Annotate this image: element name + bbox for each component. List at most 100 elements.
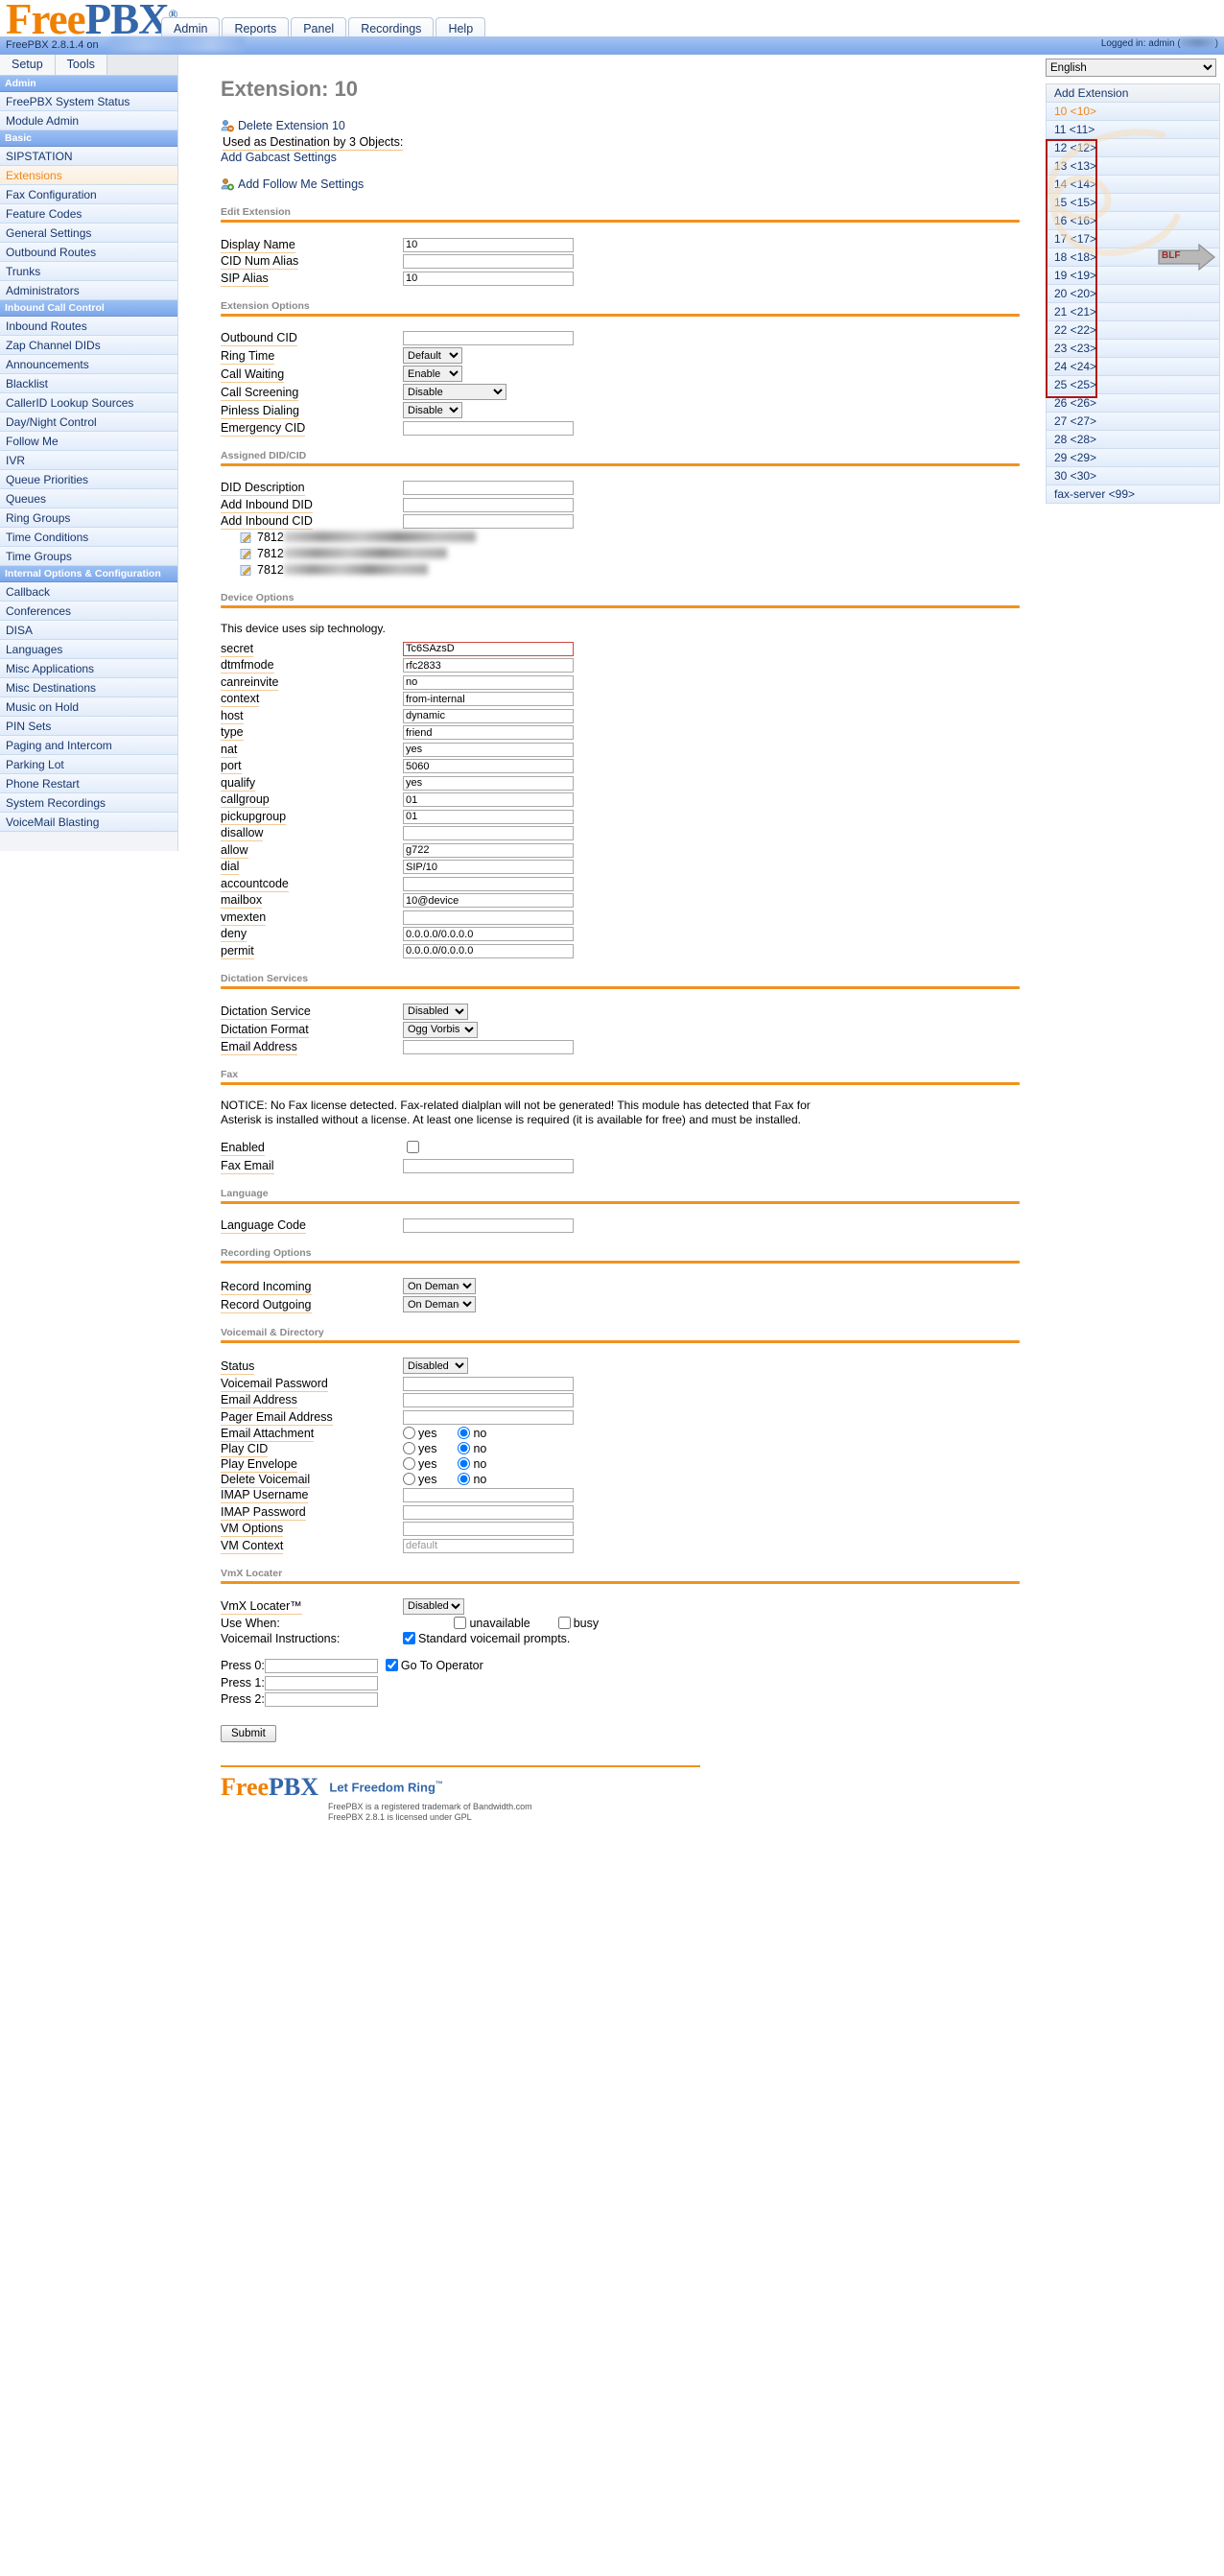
extension-list-item[interactable]: 25 <25>	[1046, 375, 1220, 393]
sidebar-item-misc-destinations[interactable]: Misc Destinations	[0, 678, 177, 697]
extension-list-item[interactable]: 26 <26>	[1046, 393, 1220, 412]
vmx-unavailable-checkbox[interactable]	[454, 1616, 467, 1629]
vmexten-input[interactable]	[403, 910, 574, 925]
disallow-input[interactable]	[403, 826, 574, 840]
fax-enabled-checkbox[interactable]	[407, 1141, 419, 1153]
sidebar-item-paging-and-intercom[interactable]: Paging and Intercom	[0, 736, 177, 755]
add-inbound-did-input[interactable]	[403, 497, 574, 512]
allow-input[interactable]	[403, 842, 574, 858]
voicemail-vm-context-input[interactable]	[403, 1538, 574, 1553]
voicemail-voicemail-password-input[interactable]	[403, 1376, 574, 1391]
sidebar-item-ivr[interactable]: IVR	[0, 451, 177, 470]
callgroup-input[interactable]	[403, 792, 574, 807]
sidebar-item-languages[interactable]: Languages	[0, 640, 177, 659]
sidebar-item-callerid-lookup-sources[interactable]: CallerID Lookup Sources	[0, 393, 177, 413]
language-select[interactable]: English	[1046, 59, 1216, 77]
sidebar-section-admin[interactable]: Admin	[0, 76, 177, 92]
ring-time-select[interactable]: Default	[403, 347, 462, 364]
extension-list-item[interactable]: 20 <20>	[1046, 284, 1220, 302]
extension-list-item[interactable]: 27 <27>	[1046, 412, 1220, 430]
voicemail-status-select[interactable]: Disabled	[403, 1358, 468, 1374]
sidebar-item-module-admin[interactable]: Module Admin	[0, 111, 177, 130]
host-input[interactable]	[403, 708, 574, 723]
email-address-input[interactable]	[403, 1040, 574, 1054]
play-envelope-no-option[interactable]: no	[458, 1456, 486, 1471]
voicemail-imap-password-input[interactable]	[403, 1504, 574, 1520]
sidebar-tab-setup[interactable]: Setup	[0, 55, 56, 75]
language-code-input[interactable]	[403, 1218, 574, 1233]
pinless-dialing-select[interactable]: Disable	[403, 402, 462, 418]
dial-input[interactable]	[403, 860, 574, 874]
extension-list-item[interactable]: 30 <30>	[1046, 466, 1220, 484]
port-input[interactable]	[403, 759, 574, 773]
sidebar-item-queues[interactable]: Queues	[0, 489, 177, 508]
sidebar-item-ring-groups[interactable]: Ring Groups	[0, 508, 177, 528]
record-incoming-select[interactable]: On Demand	[403, 1278, 476, 1294]
sidebar-item-extensions[interactable]: Extensions	[0, 166, 177, 185]
dictation-format-select[interactable]: Ogg Vorbis	[403, 1021, 478, 1038]
play-cid-yes-radio[interactable]	[403, 1441, 415, 1454]
delete-extension-link[interactable]: Delete Extension 10	[238, 119, 345, 132]
extension-list-item[interactable]: 22 <22>	[1046, 320, 1220, 339]
extension-list-item[interactable]: 15 <15>	[1046, 193, 1220, 211]
play-cid-no-option[interactable]: no	[458, 1441, 486, 1455]
extension-list-item[interactable]: 10 <10>	[1046, 102, 1220, 120]
delete-extension-row[interactable]: Delete Extension 10	[221, 119, 1024, 132]
vmx-press-2-input[interactable]	[264, 1692, 378, 1707]
add-follow-me-link[interactable]: Add Follow Me Settings	[238, 177, 364, 191]
cid-num-alias-input[interactable]	[403, 254, 574, 269]
did-entry[interactable]: 7812	[240, 530, 1024, 546]
play-cid-yes-option[interactable]: yes	[403, 1441, 436, 1455]
sidebar-item-time-groups[interactable]: Time Groups	[0, 547, 177, 566]
sidebar-item-outbound-routes[interactable]: Outbound Routes	[0, 243, 177, 262]
type-input[interactable]	[403, 725, 574, 740]
sidebar-item-misc-applications[interactable]: Misc Applications	[0, 659, 177, 678]
email-attachment-no-radio[interactable]	[458, 1426, 471, 1439]
vmx-go-to-operator-checkbox[interactable]	[385, 1659, 398, 1672]
play-envelope-yes-option[interactable]: yes	[403, 1456, 436, 1471]
submit-button[interactable]: Submit	[221, 1725, 276, 1742]
canreinvite-input[interactable]	[403, 674, 574, 690]
extension-list-item[interactable]: 28 <28>	[1046, 430, 1220, 448]
delete-voicemail-yes-radio[interactable]	[403, 1472, 415, 1485]
accountcode-input[interactable]	[403, 876, 574, 891]
sidebar-item-music-on-hold[interactable]: Music on Hold	[0, 697, 177, 717]
sidebar-item-administrators[interactable]: Administrators	[0, 281, 177, 300]
vmx-standard-prompts-checkbox[interactable]	[403, 1631, 415, 1644]
sidebar-item-sipstation[interactable]: SIPSTATION	[0, 147, 177, 166]
sidebar-item-feature-codes[interactable]: Feature Codes	[0, 204, 177, 224]
extension-list-item[interactable]: 16 <16>	[1046, 211, 1220, 229]
extension-list-item[interactable]: 21 <21>	[1046, 302, 1220, 320]
display-name-input[interactable]	[403, 237, 574, 252]
delete-voicemail-no-option[interactable]: no	[458, 1472, 486, 1486]
call-waiting-select[interactable]: Enable	[403, 366, 462, 382]
pickupgroup-input[interactable]	[403, 809, 574, 824]
call-screening-select[interactable]: Disable	[403, 384, 506, 400]
sidebar-item-disa[interactable]: DISA	[0, 621, 177, 640]
dtmfmode-input[interactable]	[403, 658, 574, 673]
sidebar-item-conferences[interactable]: Conferences	[0, 602, 177, 621]
sidebar-item-time-conditions[interactable]: Time Conditions	[0, 528, 177, 547]
play-envelope-yes-radio[interactable]	[403, 1456, 415, 1470]
add-inbound-cid-input[interactable]	[403, 514, 574, 529]
sidebar-item-announcements[interactable]: Announcements	[0, 355, 177, 374]
voicemail-email-address-input[interactable]	[403, 1393, 574, 1407]
extension-list-item[interactable]: 23 <23>	[1046, 339, 1220, 357]
sidebar-item-callback[interactable]: Callback	[0, 582, 177, 602]
email-attachment-yes-option[interactable]: yes	[403, 1426, 436, 1440]
voicemail-pager-email-address-input[interactable]	[403, 1409, 574, 1425]
vmx-press-1-input[interactable]	[264, 1675, 378, 1690]
extension-list-item[interactable]: 13 <13>	[1046, 156, 1220, 175]
extension-list-item[interactable]: 14 <14>	[1046, 175, 1220, 193]
did-entry[interactable]: 7812	[240, 546, 1024, 562]
permit-input[interactable]	[403, 943, 574, 958]
play-cid-no-radio[interactable]	[458, 1441, 471, 1454]
sidebar-item-system-recordings[interactable]: System Recordings	[0, 793, 177, 813]
vmx-press-0-input[interactable]	[264, 1659, 378, 1673]
email-attachment-yes-radio[interactable]	[403, 1426, 415, 1439]
sidebar-item-parking-lot[interactable]: Parking Lot	[0, 755, 177, 774]
sidebar-item-general-settings[interactable]: General Settings	[0, 224, 177, 243]
sidebar-item-follow-me[interactable]: Follow Me	[0, 432, 177, 451]
sidebar-tab-tools[interactable]: Tools	[55, 55, 107, 75]
sidebar-section-internal-options-configuration[interactable]: Internal Options & Configuration	[0, 566, 177, 582]
